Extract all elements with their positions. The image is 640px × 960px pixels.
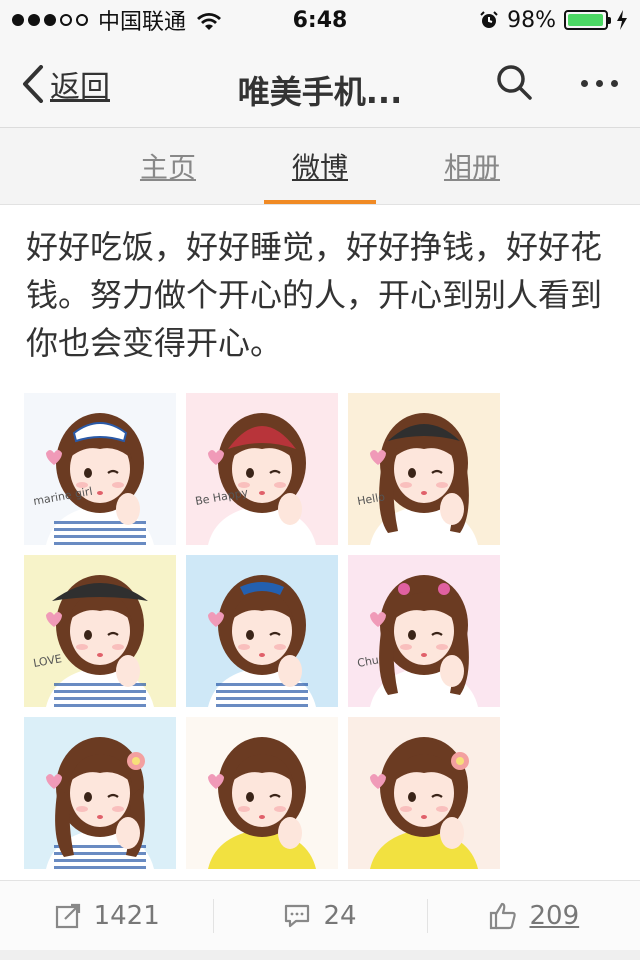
nav-actions: [495, 63, 618, 105]
status-right: 98%: [479, 8, 628, 33]
illustration-girl: marine girl: [24, 393, 176, 545]
tab-album[interactable]: 相册: [396, 128, 548, 204]
repost-button[interactable]: 1421: [0, 881, 213, 951]
alarm-icon: [479, 10, 499, 30]
tab-weibo[interactable]: 微博: [244, 128, 396, 204]
profile-tabs: 主页 微博 相册: [0, 128, 640, 205]
post-image[interactable]: LOVE: [24, 555, 176, 707]
bottom-divider: [0, 950, 640, 960]
illustration-girl: LOVE: [24, 555, 176, 707]
comment-button[interactable]: 24: [213, 881, 426, 951]
carrier-name: 中国联通: [98, 10, 187, 35]
like-count: 209: [529, 901, 580, 931]
battery-percent: 98%: [507, 7, 556, 33]
repost-count: 1421: [93, 901, 160, 931]
post-image[interactable]: [186, 555, 338, 707]
more-icon[interactable]: [581, 80, 618, 87]
illustration-girl: Hello: [348, 393, 500, 545]
illustration-girl: [186, 555, 338, 707]
comment-count: 24: [323, 901, 357, 931]
navigation-bar: 返回 唯美手机...: [0, 40, 640, 128]
signal-strength-icon: [12, 14, 88, 26]
illustration-girl: [348, 717, 500, 869]
post-image[interactable]: Be Happy: [186, 393, 338, 545]
thumbs-up-icon: [489, 902, 516, 930]
post-image[interactable]: Hello: [348, 393, 500, 545]
image-grid: marine girl Be Happy Hello LOVE Chu: [24, 393, 640, 869]
back-label: 返回: [50, 69, 110, 105]
post-image[interactable]: [348, 717, 500, 869]
charging-bolt-icon: [616, 10, 628, 30]
illustration-girl: Chu: [348, 555, 500, 707]
post-image[interactable]: [186, 717, 338, 869]
like-button[interactable]: 209: [426, 881, 640, 951]
repost-icon: [55, 903, 80, 929]
status-left: 中国联通: [12, 4, 222, 36]
status-bar: 中国联通 6:48 98%: [0, 0, 640, 40]
post-image[interactable]: Chu: [348, 555, 500, 707]
comment-icon: [285, 904, 310, 928]
illustration-girl: [24, 717, 176, 869]
post-actions: 1421 24 209: [0, 880, 640, 951]
post-text: 好好吃饭，好好睡觉，好好挣钱，好好花钱。努力做个开心的人，开心到别人看到你也会变…: [26, 228, 603, 362]
post-image[interactable]: marine girl: [24, 393, 176, 545]
tab-home[interactable]: 主页: [92, 128, 244, 204]
back-button[interactable]: 返回: [22, 62, 110, 106]
chevron-left-icon: [23, 64, 43, 103]
post-image[interactable]: [24, 717, 176, 869]
illustration-girl: Be Happy: [186, 393, 338, 545]
wifi-icon: [196, 11, 222, 30]
battery-icon: [564, 10, 611, 30]
illustration-girl: [186, 717, 338, 869]
search-icon[interactable]: [495, 63, 533, 105]
